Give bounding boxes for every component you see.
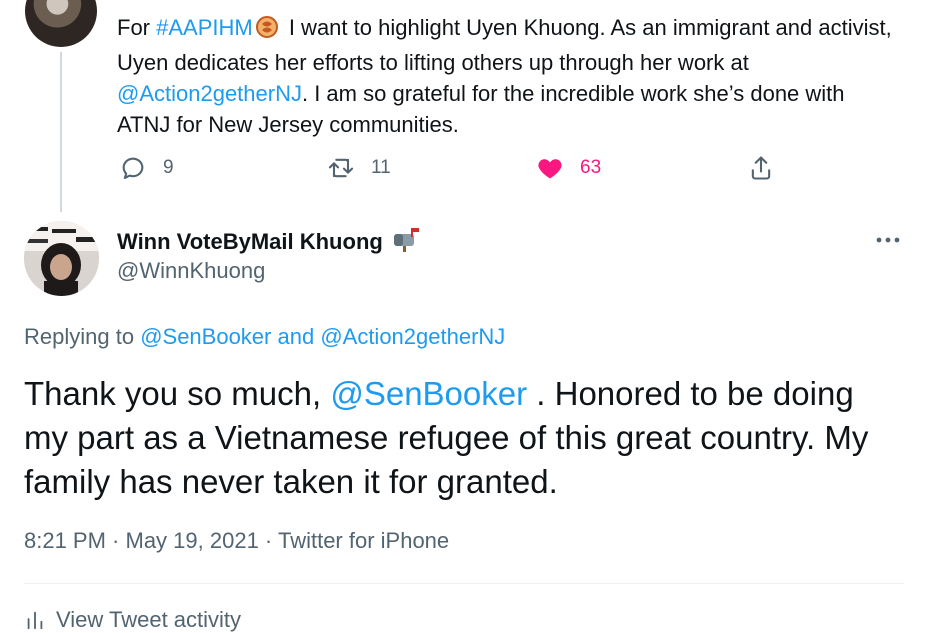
replying-to: Replying to @SenBooker and @Action2gethe… <box>24 324 505 350</box>
thread-line <box>60 52 62 212</box>
divider <box>24 583 904 584</box>
replying-mention-senbooker[interactable]: @SenBooker <box>140 324 271 349</box>
retweet-icon <box>328 158 354 178</box>
hashtag-link[interactable]: #AAPIHM <box>156 15 253 40</box>
mailbox-icon <box>391 226 421 257</box>
author-row: Winn VoteByMail Khuong <box>117 226 421 257</box>
main-tweet-text-prefix: Thank you so much, <box>24 375 331 412</box>
top-tweet-actions: 9 11 63 <box>117 154 797 188</box>
like-button[interactable]: 63 <box>536 154 601 182</box>
user-handle[interactable]: @WinnKhuong <box>117 258 265 284</box>
more-options-button[interactable] <box>868 226 908 254</box>
profile-photo <box>24 221 99 296</box>
share-button[interactable] <box>747 154 775 182</box>
view-activity-label: View Tweet activity <box>56 607 242 632</box>
meta-separator: · <box>105 528 126 553</box>
heart-icon <box>538 159 562 179</box>
mention-link[interactable]: @Action2getherNJ <box>117 81 302 106</box>
tweet-date[interactable]: May 19, 2021 <box>126 528 259 553</box>
replying-mention-action2gethernj[interactable]: @Action2getherNJ <box>320 324 505 349</box>
hashflag-icon <box>255 15 279 47</box>
like-count: 63 <box>580 157 602 178</box>
tweet-time[interactable]: 8:21 PM <box>24 528 106 553</box>
reply-icon <box>122 157 144 179</box>
reply-button[interactable]: 9 <box>119 154 174 182</box>
replying-and: and <box>271 324 321 349</box>
analytics-icon <box>27 611 43 630</box>
display-name[interactable]: Winn VoteByMail Khuong <box>117 229 383 255</box>
avatar-senbooker[interactable] <box>25 0 97 47</box>
share-icon <box>751 156 771 180</box>
reply-count: 9 <box>163 157 174 178</box>
retweet-button[interactable]: 11 <box>327 154 391 182</box>
more-icon <box>876 237 900 243</box>
tweet-meta: 8:21 PM · May 19, 2021 · Twitter for iPh… <box>24 528 449 554</box>
tweet-source[interactable]: Twitter for iPhone <box>278 528 449 553</box>
main-tweet-text: Thank you so much, @SenBooker . Honored … <box>24 372 904 504</box>
top-tweet-text: For #AAPIHM I want to highlight Uyen Khu… <box>117 12 897 140</box>
retweet-count: 11 <box>371 157 391 178</box>
avatar-winnkhuong[interactable] <box>24 221 99 296</box>
meta-separator: · <box>258 528 278 553</box>
view-activity-button[interactable]: View Tweet activity <box>24 607 241 633</box>
replying-prefix: Replying to <box>24 324 141 349</box>
top-tweet-text-prefix: For <box>117 15 157 40</box>
main-tweet-mention[interactable]: @SenBooker <box>330 375 527 412</box>
